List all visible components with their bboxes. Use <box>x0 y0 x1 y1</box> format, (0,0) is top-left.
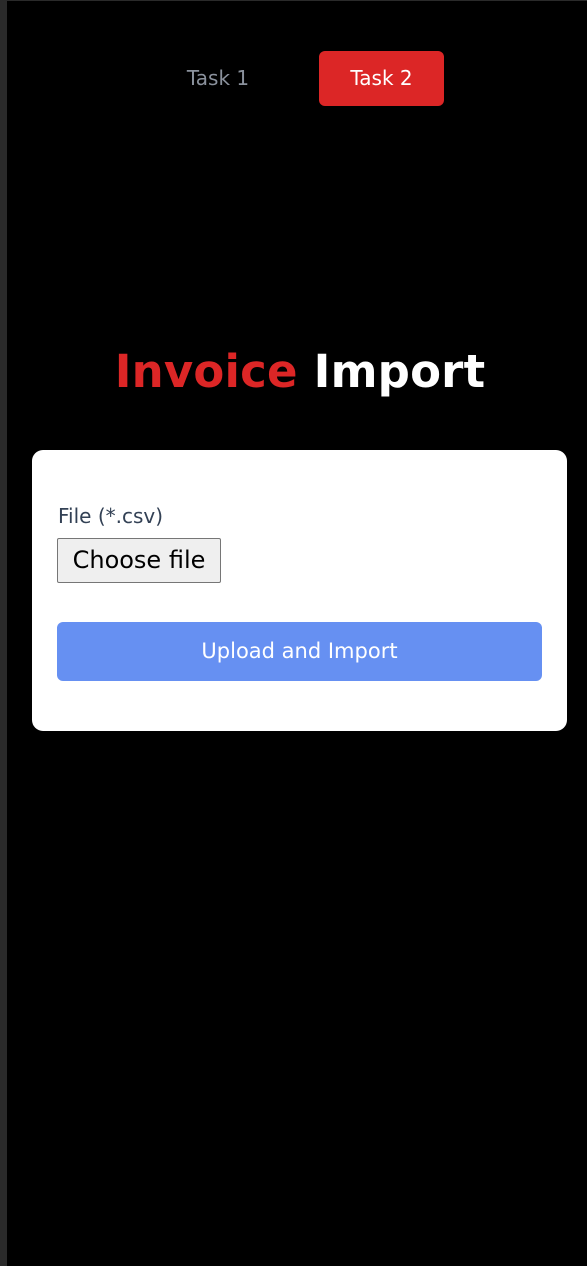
page: Task 1 Task 2 Invoice Import File (*.csv… <box>0 0 587 1266</box>
window-left-edge <box>0 0 7 1266</box>
title-word-invoice: Invoice <box>114 345 298 398</box>
file-field-label: File (*.csv) <box>58 504 164 528</box>
window-top-edge <box>0 0 587 1</box>
choose-file-button[interactable]: Choose file <box>57 538 221 583</box>
import-form-card: File (*.csv) Choose file Upload and Impo… <box>32 450 567 731</box>
tab-task-2[interactable]: Task 2 <box>319 51 444 106</box>
tab-task-1[interactable]: Task 1 <box>160 51 276 106</box>
title-word-import: Import <box>313 345 486 398</box>
upload-and-import-button[interactable]: Upload and Import <box>57 622 542 681</box>
page-title: Invoice Import <box>0 342 587 402</box>
